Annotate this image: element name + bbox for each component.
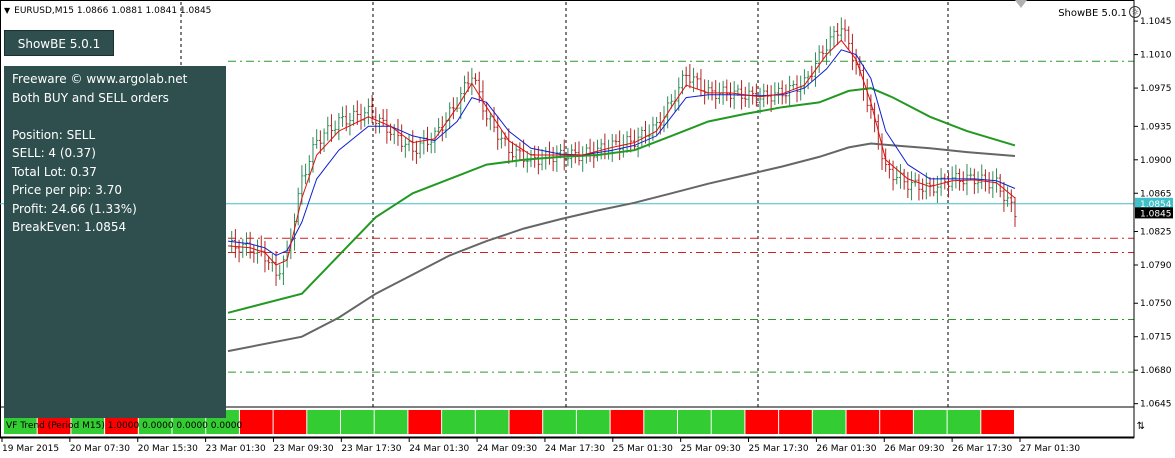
symbol-title-text: EURUSD,M15 1.0866 1.0881 1.0841 1.0845 <box>14 6 212 16</box>
price-axis-label: 1.1010 <box>1140 51 1172 61</box>
info-line <box>12 107 218 126</box>
time-axis-label: 23 Mar 09:30 <box>273 444 333 454</box>
price-axis-label: 1.0790 <box>1140 261 1172 271</box>
time-axis-label: 25 Mar 09:30 <box>681 444 741 454</box>
trend-block <box>644 410 677 434</box>
info-line: Profit: 24.66 (1.33%) <box>12 201 137 216</box>
price-axis-label: 1.0865 <box>1140 189 1172 199</box>
price-axis-label: 1.1045 <box>1140 17 1172 27</box>
time-axis-label: 23 Mar 17:30 <box>341 444 401 454</box>
indicator-settings-icon[interactable]: ☼ <box>1129 6 1141 18</box>
time-axis-label: 26 Mar 01:30 <box>816 444 876 454</box>
price-axis-label: 1.0900 <box>1140 156 1172 166</box>
time-axis-label: 23 Mar 01:30 <box>206 444 266 454</box>
trend-block <box>846 410 880 434</box>
price-axis-label: 1.0715 <box>1140 333 1172 343</box>
price-axis-label: 1.0825 <box>1140 228 1172 238</box>
time-axis-label: 20 Mar 07:30 <box>70 444 130 454</box>
scroll-end-arrow-icon[interactable] <box>1015 0 1027 8</box>
trend-block <box>745 410 779 434</box>
trend-block <box>779 410 812 434</box>
trend-block <box>981 410 1014 434</box>
time-axis-label: 20 Mar 15:30 <box>138 444 198 454</box>
time-axis-label: 25 Mar 17:30 <box>749 444 809 454</box>
symbol-title: ▼ EURUSD,M15 1.0866 1.0881 1.0841 1.0845 <box>4 6 211 16</box>
time-axis-label: 25 Mar 01:30 <box>613 444 673 454</box>
trend-block <box>543 410 576 434</box>
time-axis-label: 19 Mar 2015 <box>2 444 59 454</box>
trend-block <box>576 410 610 434</box>
time-axis-label: 24 Mar 17:30 <box>545 444 605 454</box>
time-axis-label: 24 Mar 01:30 <box>409 444 469 454</box>
info-panel: Freeware © www.argolab.net Both BUY and … <box>4 66 226 418</box>
trend-block <box>913 410 947 434</box>
trend-block <box>711 410 745 434</box>
trend-block <box>307 410 340 434</box>
price-axis-label: 1.0750 <box>1140 299 1172 309</box>
trend-block <box>374 410 408 434</box>
trend-block <box>341 410 374 434</box>
dropdown-triangle-icon[interactable]: ▼ <box>4 6 10 15</box>
info-line: BreakEven: 1.0854 <box>12 220 127 234</box>
trend-block <box>442 410 475 434</box>
trend-block <box>947 410 981 434</box>
subwindow-scale-icon[interactable]: ⇅ <box>1137 421 1145 432</box>
price-axis-label: 1.0975 <box>1140 84 1172 94</box>
time-axis-label: 27 Mar 01:30 <box>1020 444 1080 454</box>
info-line: Position: SELL <box>12 127 96 142</box>
trend-block <box>509 410 543 434</box>
trend-block <box>408 410 442 434</box>
trend-block <box>475 410 509 434</box>
trend-block <box>678 410 711 434</box>
trend-block <box>812 410 846 434</box>
subwindow-label: VF Trend (Period M15) 1.0000 0.0000 0.00… <box>6 421 243 431</box>
time-axis-label: 26 Mar 17:30 <box>952 444 1012 454</box>
info-line: Freeware © www.argolab.net <box>12 72 188 86</box>
time-axis-label: 26 Mar 09:30 <box>884 444 944 454</box>
current-price-label: 1.0845 <box>1140 209 1172 219</box>
trend-block <box>273 410 307 434</box>
price-axis-label: 1.0645 <box>1140 400 1172 410</box>
trend-block <box>239 410 273 434</box>
trend-block <box>880 410 913 434</box>
indicator-name: ShowBE 5.0.1 <box>1058 8 1127 19</box>
info-line: SELL: 4 (0.37) <box>12 146 96 160</box>
info-line: Price per pip: 3.70 <box>12 183 122 197</box>
info-line: Both BUY and SELL orders <box>12 90 169 105</box>
trend-block <box>610 410 644 434</box>
info-line: Total Lot: 0.37 <box>12 164 97 179</box>
price-axis-label: 1.0935 <box>1140 122 1172 132</box>
showbe-button[interactable]: ShowBE 5.0.1 <box>4 30 114 56</box>
time-axis-label: 24 Mar 09:30 <box>477 444 537 454</box>
price-axis-label: 1.0680 <box>1140 366 1172 376</box>
